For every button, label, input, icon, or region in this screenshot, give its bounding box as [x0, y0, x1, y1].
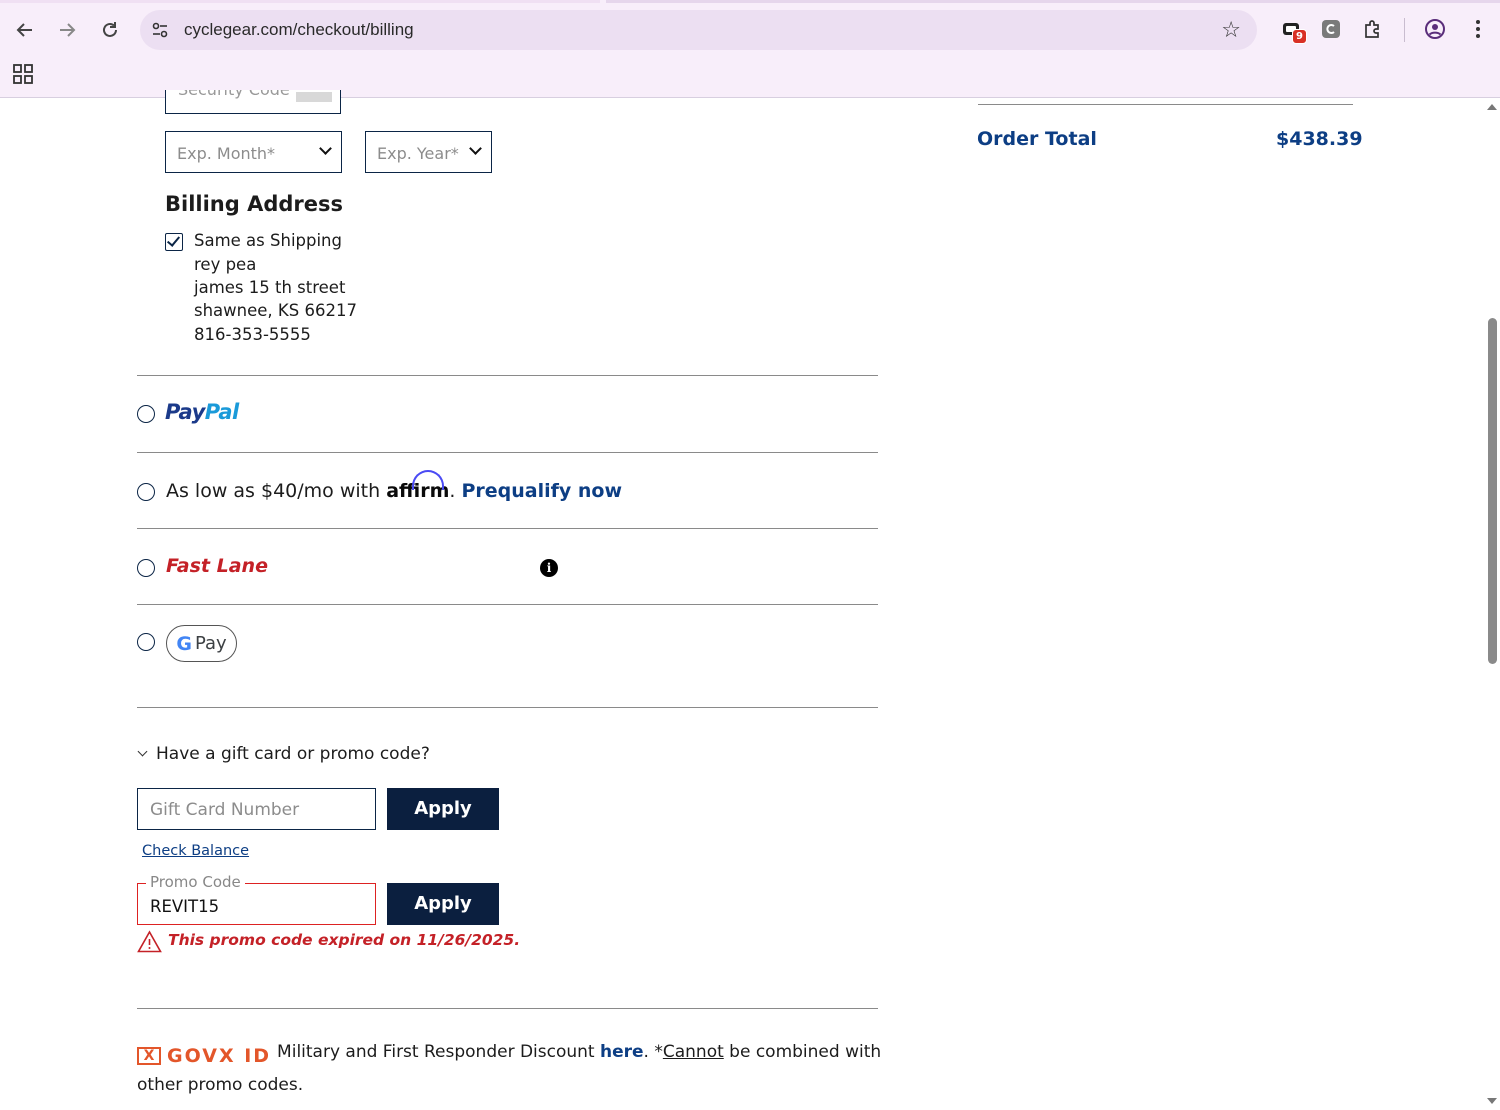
paypal-radio[interactable]	[137, 405, 155, 423]
affirm-logo: affirm	[386, 470, 449, 502]
address-city-state-zip: shawnee, KS 66217	[194, 301, 357, 320]
chevron-down-icon	[137, 746, 148, 757]
govx-text: Military and First Responder Discount	[277, 1042, 600, 1062]
order-total-value: $438.39	[1276, 128, 1363, 150]
prequalify-now-link[interactable]: Prequalify now	[461, 480, 622, 502]
govx-discount-text: X GOVX ID Military and First Responder Dis…	[137, 1038, 882, 1100]
affirm-radio[interactable]	[137, 483, 155, 501]
google-pay-logo[interactable]: G Pay	[166, 625, 237, 662]
govx-x-icon: X	[137, 1047, 161, 1065]
tab-strip	[0, 0, 1500, 3]
fastlane-radio[interactable]	[137, 559, 155, 577]
govx-mid: . *	[643, 1042, 663, 1062]
google-g-icon: G	[176, 632, 192, 655]
exp-year-placeholder: Exp. Year*	[377, 144, 459, 163]
divider	[137, 707, 878, 708]
govx-here-link[interactable]: here	[600, 1042, 644, 1062]
affirm-suffix: .	[449, 480, 462, 502]
address-phone: 816-353-5555	[194, 325, 311, 344]
promo-code-label: Promo Code	[146, 873, 245, 891]
order-total-label: Order Total	[977, 128, 1097, 150]
apply-promo-button[interactable]: Apply	[387, 883, 499, 925]
apply-gift-card-button[interactable]: Apply	[387, 788, 499, 830]
paypal-logo[interactable]: PayPal	[165, 400, 239, 424]
billing-address-heading: Billing Address	[165, 192, 344, 216]
back-icon[interactable]	[9, 14, 41, 46]
address-name: rey pea	[194, 255, 257, 274]
address-street: james 15 th street	[194, 278, 346, 297]
divider	[137, 375, 878, 376]
summary-divider	[978, 104, 1353, 105]
browser-toolbar: cyclegear.com/checkout/billing ☆ 9	[0, 0, 1500, 98]
toolbar-separator	[1404, 18, 1405, 42]
scrollbar-thumb[interactable]	[1488, 318, 1497, 664]
extension-icon[interactable]: 9	[1278, 16, 1307, 44]
govx-logo: X GOVX ID	[137, 1042, 271, 1071]
fastlane-label[interactable]: Fast Lane	[166, 555, 268, 577]
cannot-link[interactable]: Cannot	[663, 1042, 724, 1062]
paypal-logo-pal: Pal	[204, 400, 239, 424]
forward-icon[interactable]	[51, 14, 83, 46]
promo-code-input[interactable]: Promo Code REVIT15	[137, 873, 376, 925]
govx-logo-text: GOVX ID	[167, 1044, 272, 1067]
apps-grid-icon[interactable]	[12, 63, 34, 85]
chevron-down-icon	[319, 142, 332, 155]
divider	[137, 1008, 878, 1009]
site-settings-icon[interactable]	[150, 20, 170, 40]
gift-promo-toggle-label: Have a gift card or promo code?	[156, 744, 430, 764]
gpay-label: Pay	[194, 633, 227, 654]
address-bar[interactable]: cyclegear.com/checkout/billing ☆	[140, 10, 1257, 50]
divider	[137, 452, 878, 453]
exp-month-select[interactable]: Exp. Month*	[165, 131, 342, 173]
affirm-option[interactable]: As low as $40/mo with affirm. Prequalify…	[166, 470, 622, 502]
scroll-up-arrow-icon[interactable]	[1487, 104, 1497, 110]
gpay-radio[interactable]	[137, 633, 155, 651]
chevron-down-icon	[469, 142, 482, 155]
exp-year-select[interactable]: Exp. Year*	[365, 131, 492, 173]
profile-avatar-icon[interactable]	[1422, 16, 1448, 42]
check-balance-link[interactable]: Check Balance	[142, 843, 249, 859]
security-code-input[interactable]: Security Code	[165, 90, 341, 114]
grammar-extension-icon[interactable]	[1318, 16, 1344, 42]
promo-error-message: This promo code expired on 11/26/2025.	[168, 931, 521, 949]
security-code-placeholder: Security Code	[178, 90, 290, 99]
affirm-arc-icon	[412, 470, 445, 490]
same-as-shipping-checkbox[interactable]	[165, 233, 183, 251]
gift-promo-toggle[interactable]: Have a gift card or promo code?	[137, 744, 430, 764]
extension-badge: 9	[1292, 29, 1307, 44]
paypal-logo-pay: Pay	[165, 400, 205, 424]
gift-card-input[interactable]: Gift Card Number	[137, 788, 376, 830]
bookmark-star-icon[interactable]: ☆	[1221, 18, 1241, 43]
exp-month-placeholder: Exp. Month*	[177, 144, 276, 163]
divider	[137, 604, 878, 605]
url-text[interactable]: cyclegear.com/checkout/billing	[184, 20, 414, 40]
extensions-puzzle-icon[interactable]	[1360, 16, 1386, 42]
scroll-down-arrow-icon[interactable]	[1487, 1098, 1497, 1104]
same-as-shipping-label[interactable]: Same as Shipping	[194, 231, 342, 250]
affirm-prefix: As low as $40/mo with	[166, 480, 387, 502]
card-cvv-icon	[296, 92, 332, 102]
promo-code-value: REVIT15	[150, 897, 220, 916]
reload-icon[interactable]	[94, 14, 126, 46]
warning-icon	[137, 930, 162, 953]
info-icon[interactable]: i	[540, 559, 558, 577]
browser-menu-icon[interactable]	[1465, 16, 1491, 42]
divider	[137, 528, 878, 529]
